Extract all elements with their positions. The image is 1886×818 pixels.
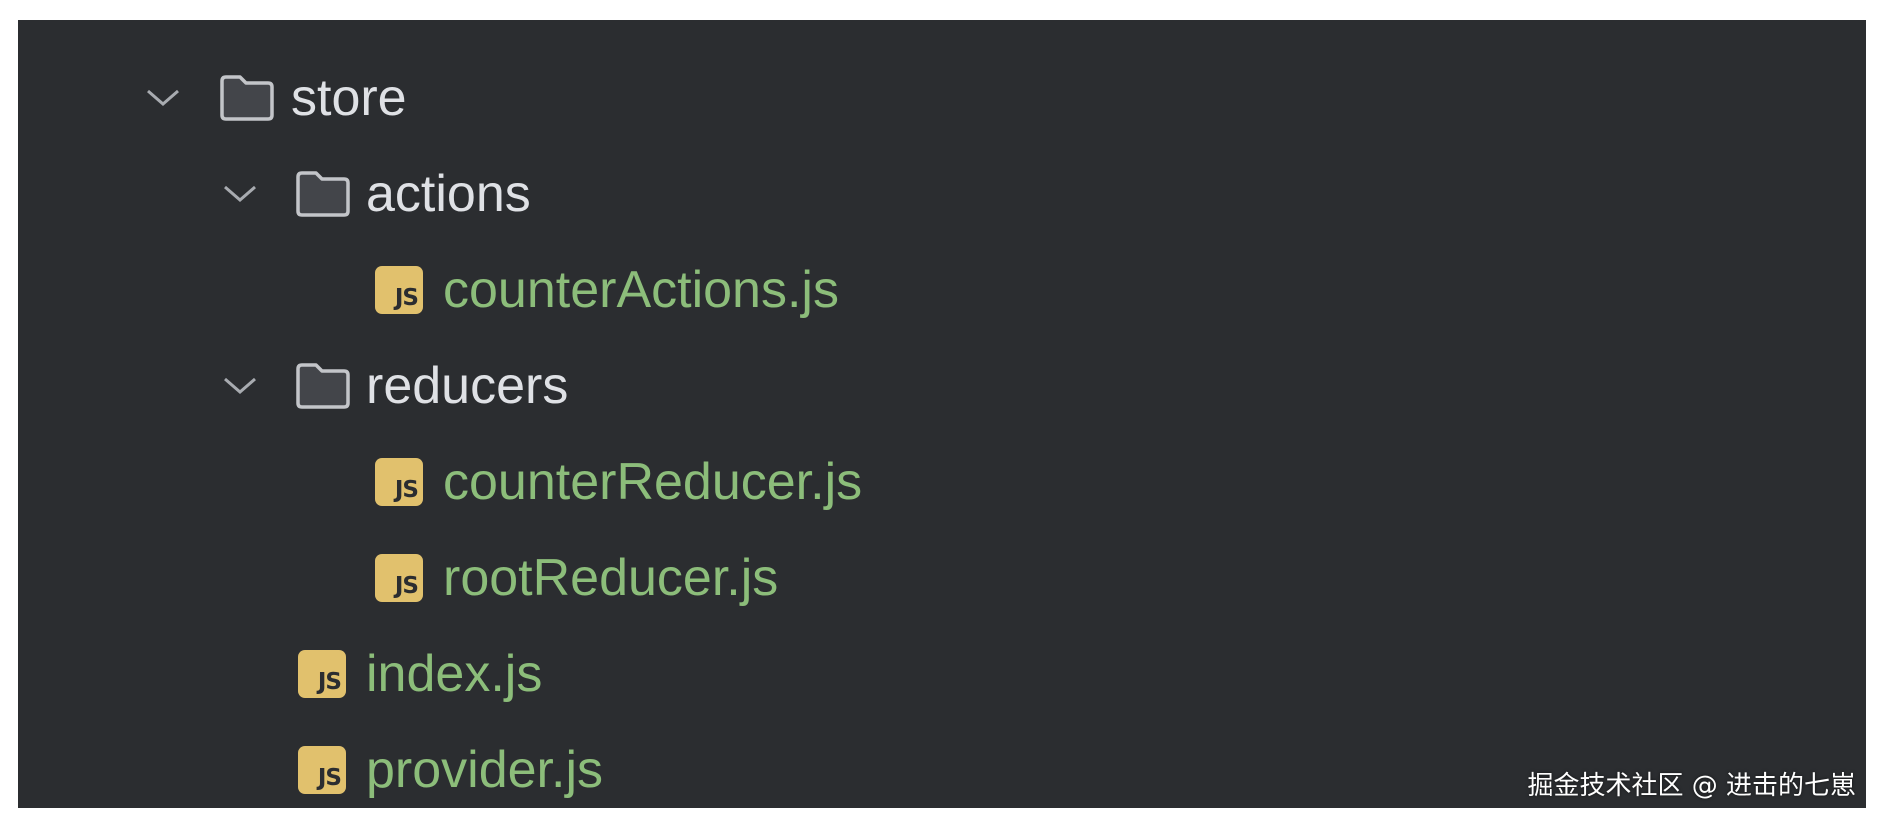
tree-item-label: provider.js <box>366 741 603 799</box>
tree-item-store[interactable]: store <box>18 50 1866 146</box>
tree-item-label: actions <box>366 165 531 223</box>
js-file-icon: JS <box>375 458 423 506</box>
tree-item-index-js[interactable]: JS index.js <box>18 626 1866 722</box>
tree-item-counterreducer-js[interactable]: JS counterReducer.js <box>18 434 1866 530</box>
tree-item-label: reducers <box>366 357 569 415</box>
tree-item-label: index.js <box>366 645 543 703</box>
js-file-icon: JS <box>375 266 423 314</box>
tree-item-rootreducer-js[interactable]: JS rootReducer.js <box>18 530 1866 626</box>
tree-item-counteractions-js[interactable]: JS counterActions.js <box>18 242 1866 338</box>
tree-item-label: rootReducer.js <box>443 549 779 607</box>
tree-item-reducers[interactable]: reducers <box>18 338 1866 434</box>
folder-icon <box>220 75 274 121</box>
js-file-icon: JS <box>298 650 346 698</box>
tree-item-label: store <box>291 69 407 127</box>
chevron-down-icon[interactable] <box>220 366 260 406</box>
chevron-down-icon[interactable] <box>143 78 183 118</box>
chevron-down-icon[interactable] <box>220 174 260 214</box>
js-file-icon: JS <box>298 746 346 794</box>
watermark: 掘金技术社区 @ 进击的七崽 <box>1527 771 1856 801</box>
tree-item-label: counterReducer.js <box>443 453 863 511</box>
project-tree-panel: store actions JS counterActions.js reduc… <box>18 20 1866 808</box>
folder-icon <box>296 363 350 409</box>
tree-item-label: counterActions.js <box>443 261 839 319</box>
js-file-icon: JS <box>375 554 423 602</box>
tree-item-actions[interactable]: actions <box>18 146 1866 242</box>
folder-icon <box>296 171 350 217</box>
